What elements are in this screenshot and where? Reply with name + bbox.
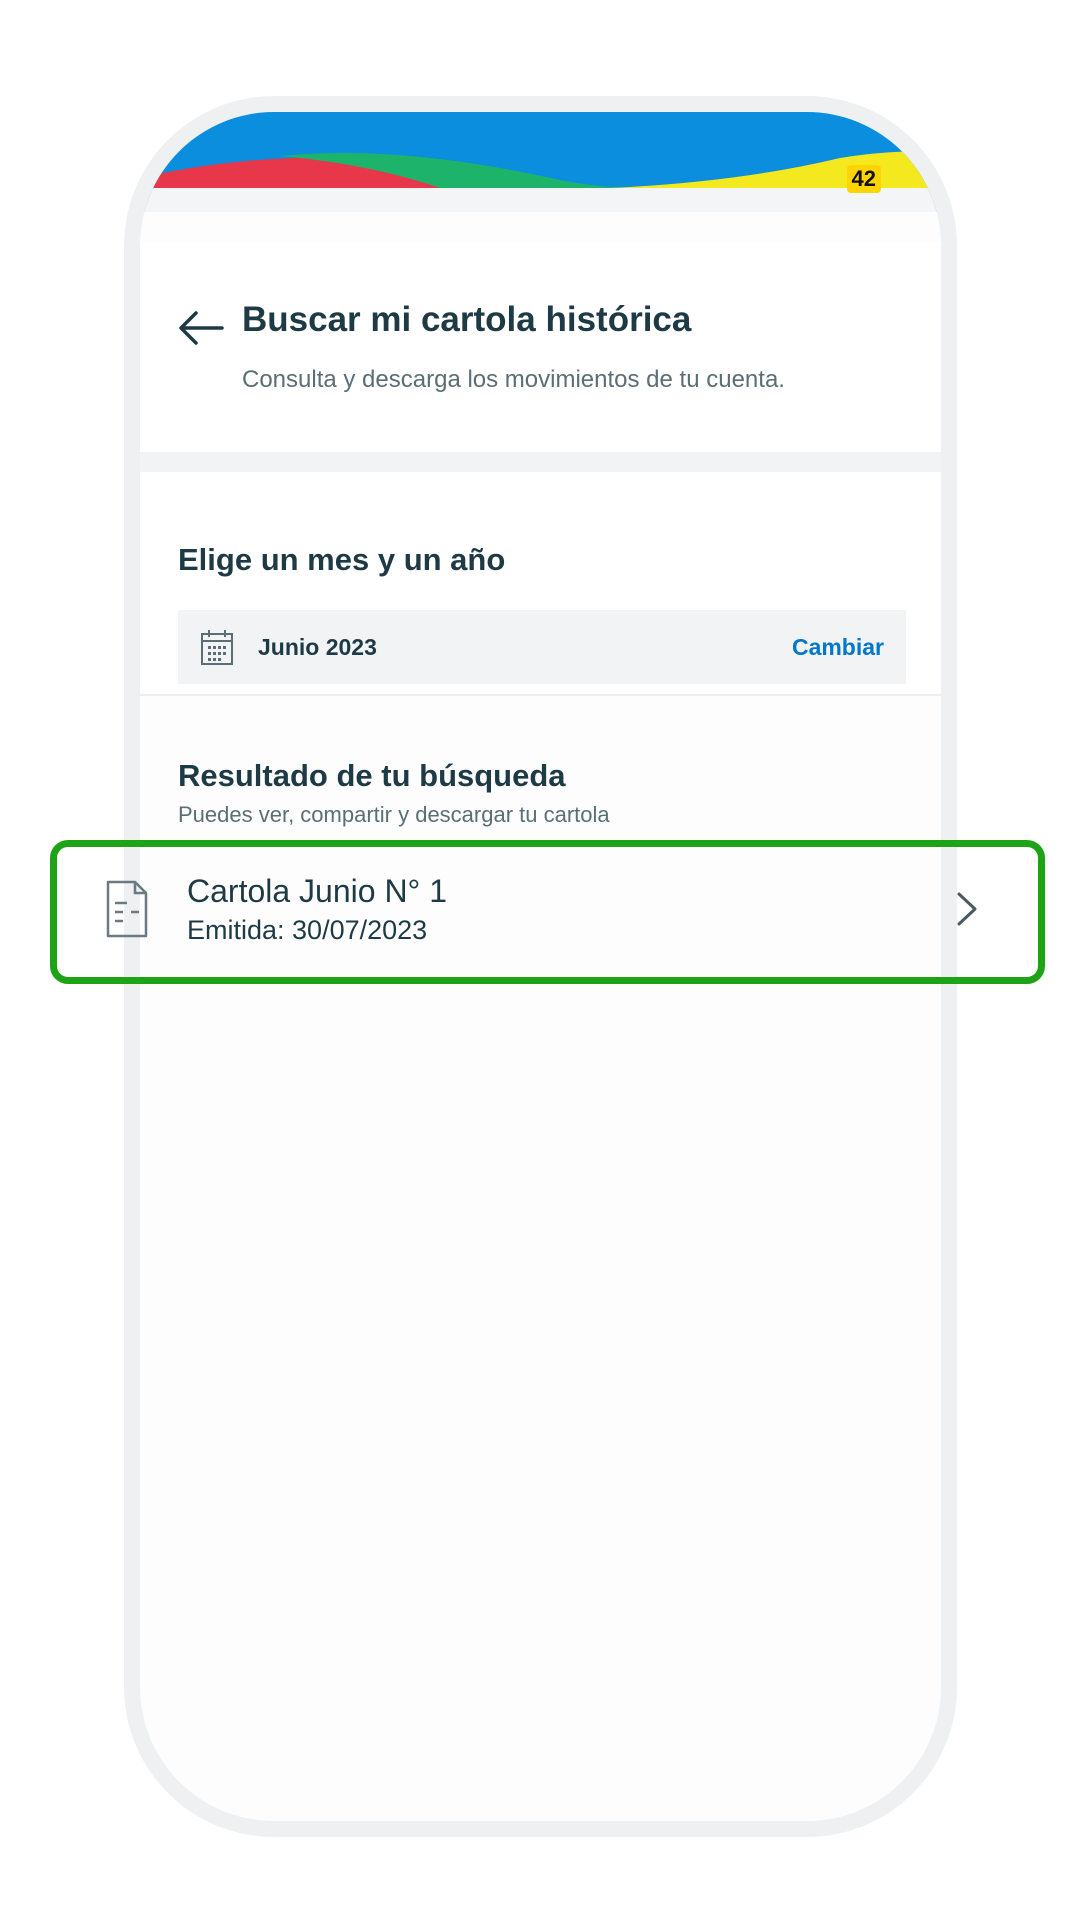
month-selector-section: Elige un mes y un año Junio 2023 Cambiar	[140, 472, 941, 692]
arrow-left-icon[interactable]	[178, 310, 224, 346]
chevron-right-icon	[957, 892, 977, 926]
page-title: Buscar mi cartola histórica	[242, 300, 692, 339]
section-separator	[140, 452, 941, 472]
calendar-icon	[201, 630, 233, 665]
page-header: Buscar mi cartola histórica Consulta y d…	[140, 242, 941, 452]
selected-date-field[interactable]: Junio 2023 Cambiar	[178, 610, 906, 684]
result-item-cartola[interactable]: Cartola Junio N° 1 Emitida: 30/07/2023	[50, 840, 1045, 984]
result-item-issued-date: Emitida: 30/07/2023	[187, 915, 428, 945]
selected-date-value: Junio 2023	[258, 634, 377, 660]
results-title: Resultado de tu búsqueda	[178, 758, 566, 793]
status-bar: 42	[140, 112, 941, 212]
results-subtitle: Puedes ver, compartir y descargar tu car…	[178, 802, 610, 827]
document-icon	[106, 880, 148, 938]
change-date-link[interactable]: Cambiar	[792, 634, 884, 661]
result-item-title: Cartola Junio N° 1	[187, 873, 448, 909]
battery-indicator: 42	[846, 165, 881, 193]
page-subtitle: Consulta y descarga los movimientos de t…	[242, 366, 785, 393]
month-selector-title: Elige un mes y un año	[178, 542, 506, 577]
status-bar-wave	[140, 112, 941, 212]
divider	[140, 694, 941, 696]
